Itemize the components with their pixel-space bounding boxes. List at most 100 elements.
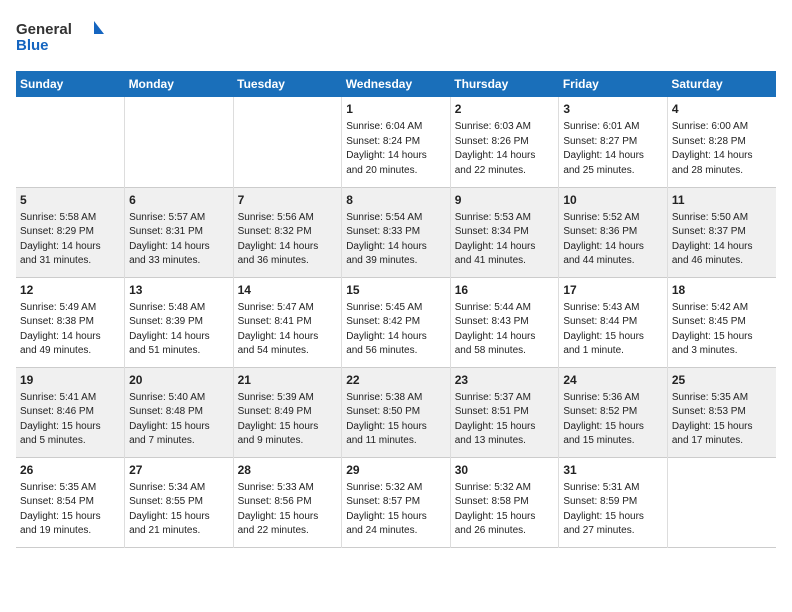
- day-info: Sunrise: 6:01 AM Sunset: 8:27 PM Dayligh…: [563, 120, 663, 178]
- header-row: SundayMondayTuesdayWednesdayThursdayFrid…: [16, 71, 776, 97]
- day-info: Sunrise: 5:57 AM Sunset: 8:31 PM Dayligh…: [129, 211, 229, 269]
- day-number: 23: [455, 372, 555, 389]
- calendar-cell: 10Sunrise: 5:52 AM Sunset: 8:36 PM Dayli…: [559, 187, 668, 277]
- day-number: 28: [238, 462, 338, 479]
- week-row-2: 5 Sunrise: 5:58 AM Sunset: 8:29 PM Daylig…: [16, 187, 776, 277]
- day-info: Sunrise: 5:38 AM Sunset: 8:50 PM Dayligh…: [346, 391, 446, 449]
- calendar-cell: 12 Sunrise: 5:49 AM Sunset: 8:38 PM Dayli…: [16, 277, 125, 367]
- col-header-sunday: Sunday: [16, 71, 125, 97]
- day-number: 20: [129, 372, 229, 389]
- calendar-cell: 30 Sunrise: 5:32 AM Sunset: 8:58 PM Dayli…: [450, 457, 559, 547]
- logo-svg: General Blue: [16, 16, 106, 61]
- calendar-cell: [233, 97, 342, 187]
- col-header-monday: Monday: [125, 71, 234, 97]
- day-number: 10: [563, 192, 663, 209]
- calendar-cell: 9 Sunrise: 5:53 AM Sunset: 8:34 PM Daylig…: [450, 187, 559, 277]
- calendar-cell: 15 Sunrise: 5:45 AM Sunset: 8:42 PM Dayli…: [342, 277, 451, 367]
- day-info: Sunrise: 5:40 AM Sunset: 8:48 PM Dayligh…: [129, 391, 229, 449]
- calendar-cell: 1 Sunrise: 6:04 AM Sunset: 8:24 PM Daylig…: [342, 97, 451, 187]
- calendar-cell: 22Sunrise: 5:38 AM Sunset: 8:50 PM Dayli…: [342, 367, 451, 457]
- day-number: 25: [672, 372, 772, 389]
- day-number: 14: [238, 282, 338, 299]
- day-number: 21: [238, 372, 338, 389]
- calendar-cell: 28 Sunrise: 5:33 AM Sunset: 8:56 PM Dayli…: [233, 457, 342, 547]
- day-info: Sunrise: 5:49 AM Sunset: 8:38 PM Dayligh…: [20, 301, 120, 359]
- day-info: Sunrise: 5:44 AM Sunset: 8:43 PM Dayligh…: [455, 301, 555, 359]
- day-info: Sunrise: 5:36 AM Sunset: 8:52 PM Dayligh…: [563, 391, 663, 449]
- day-number: 17: [563, 282, 663, 299]
- day-info: Sunrise: 5:33 AM Sunset: 8:56 PM Dayligh…: [238, 481, 338, 539]
- week-row-5: 26Sunrise: 5:35 AM Sunset: 8:54 PM Dayli…: [16, 457, 776, 547]
- day-info: Sunrise: 5:35 AM Sunset: 8:54 PM Dayligh…: [20, 481, 120, 539]
- day-number: 29: [346, 462, 446, 479]
- week-row-4: 19 Sunrise: 5:41 AM Sunset: 8:46 PM Dayli…: [16, 367, 776, 457]
- day-number: 12: [20, 282, 120, 299]
- week-row-1: 1 Sunrise: 6:04 AM Sunset: 8:24 PM Daylig…: [16, 97, 776, 187]
- day-number: 4: [672, 101, 772, 118]
- calendar-cell: 20 Sunrise: 5:40 AM Sunset: 8:48 PM Dayli…: [125, 367, 234, 457]
- week-row-3: 12 Sunrise: 5:49 AM Sunset: 8:38 PM Dayli…: [16, 277, 776, 367]
- calendar-cell: 8 Sunrise: 5:54 AM Sunset: 8:33 PM Daylig…: [342, 187, 451, 277]
- day-number: 1: [346, 101, 446, 118]
- col-header-saturday: Saturday: [667, 71, 776, 97]
- day-number: 7: [238, 192, 338, 209]
- day-info: Sunrise: 5:37 AM Sunset: 8:51 PM Dayligh…: [455, 391, 555, 449]
- calendar-cell: 2 Sunrise: 6:03 AM Sunset: 8:26 PM Daylig…: [450, 97, 559, 187]
- calendar-cell: 18Sunrise: 5:42 AM Sunset: 8:45 PM Dayli…: [667, 277, 776, 367]
- calendar-cell: 3 Sunrise: 6:01 AM Sunset: 8:27 PM Daylig…: [559, 97, 668, 187]
- calendar-cell: 23 Sunrise: 5:37 AM Sunset: 8:51 PM Dayli…: [450, 367, 559, 457]
- day-number: 5: [20, 192, 120, 209]
- day-info: Sunrise: 5:54 AM Sunset: 8:33 PM Dayligh…: [346, 211, 446, 269]
- day-number: 27: [129, 462, 229, 479]
- col-header-friday: Friday: [559, 71, 668, 97]
- calendar-cell: 27Sunrise: 5:34 AM Sunset: 8:55 PM Dayli…: [125, 457, 234, 547]
- day-number: 15: [346, 282, 446, 299]
- calendar-cell: 31 Sunrise: 5:31 AM Sunset: 8:59 PM Dayli…: [559, 457, 668, 547]
- day-info: Sunrise: 5:47 AM Sunset: 8:41 PM Dayligh…: [238, 301, 338, 359]
- day-info: Sunrise: 5:56 AM Sunset: 8:32 PM Dayligh…: [238, 211, 338, 269]
- day-info: Sunrise: 5:31 AM Sunset: 8:59 PM Dayligh…: [563, 481, 663, 539]
- day-number: 30: [455, 462, 555, 479]
- calendar-cell: 19 Sunrise: 5:41 AM Sunset: 8:46 PM Dayli…: [16, 367, 125, 457]
- calendar-cell: [125, 97, 234, 187]
- calendar-cell: 25 Sunrise: 5:35 AM Sunset: 8:53 PM Dayli…: [667, 367, 776, 457]
- day-number: 3: [563, 101, 663, 118]
- day-number: 31: [563, 462, 663, 479]
- day-info: Sunrise: 5:35 AM Sunset: 8:53 PM Dayligh…: [672, 391, 772, 449]
- calendar-cell: 16Sunrise: 5:44 AM Sunset: 8:43 PM Dayli…: [450, 277, 559, 367]
- day-number: 2: [455, 101, 555, 118]
- calendar-cell: 6Sunrise: 5:57 AM Sunset: 8:31 PM Daylig…: [125, 187, 234, 277]
- svg-text:General: General: [16, 21, 72, 38]
- calendar-cell: 14 Sunrise: 5:47 AM Sunset: 8:41 PM Dayli…: [233, 277, 342, 367]
- calendar-cell: 24Sunrise: 5:36 AM Sunset: 8:52 PM Dayli…: [559, 367, 668, 457]
- day-number: 19: [20, 372, 120, 389]
- day-info: Sunrise: 5:53 AM Sunset: 8:34 PM Dayligh…: [455, 211, 555, 269]
- day-info: Sunrise: 5:39 AM Sunset: 8:49 PM Dayligh…: [238, 391, 338, 449]
- day-info: Sunrise: 5:43 AM Sunset: 8:44 PM Dayligh…: [563, 301, 663, 359]
- day-number: 18: [672, 282, 772, 299]
- day-info: Sunrise: 6:03 AM Sunset: 8:26 PM Dayligh…: [455, 120, 555, 178]
- day-number: 8: [346, 192, 446, 209]
- calendar-cell: [16, 97, 125, 187]
- calendar-cell: 5 Sunrise: 5:58 AM Sunset: 8:29 PM Daylig…: [16, 187, 125, 277]
- day-info: Sunrise: 5:50 AM Sunset: 8:37 PM Dayligh…: [672, 211, 772, 269]
- day-info: Sunrise: 5:45 AM Sunset: 8:42 PM Dayligh…: [346, 301, 446, 359]
- col-header-thursday: Thursday: [450, 71, 559, 97]
- calendar-cell: 4Sunrise: 6:00 AM Sunset: 8:28 PM Daylig…: [667, 97, 776, 187]
- day-info: Sunrise: 5:58 AM Sunset: 8:29 PM Dayligh…: [20, 211, 120, 269]
- day-info: Sunrise: 5:32 AM Sunset: 8:57 PM Dayligh…: [346, 481, 446, 539]
- day-info: Sunrise: 6:04 AM Sunset: 8:24 PM Dayligh…: [346, 120, 446, 178]
- calendar-cell: 13Sunrise: 5:48 AM Sunset: 8:39 PM Dayli…: [125, 277, 234, 367]
- day-info: Sunrise: 5:41 AM Sunset: 8:46 PM Dayligh…: [20, 391, 120, 449]
- calendar-cell: 17 Sunrise: 5:43 AM Sunset: 8:44 PM Dayli…: [559, 277, 668, 367]
- day-number: 13: [129, 282, 229, 299]
- col-header-tuesday: Tuesday: [233, 71, 342, 97]
- day-info: Sunrise: 5:32 AM Sunset: 8:58 PM Dayligh…: [455, 481, 555, 539]
- calendar-cell: 29 Sunrise: 5:32 AM Sunset: 8:57 PM Dayli…: [342, 457, 451, 547]
- day-number: 9: [455, 192, 555, 209]
- calendar-cell: 7 Sunrise: 5:56 AM Sunset: 8:32 PM Daylig…: [233, 187, 342, 277]
- calendar-cell: 21 Sunrise: 5:39 AM Sunset: 8:49 PM Dayli…: [233, 367, 342, 457]
- calendar-cell: 26Sunrise: 5:35 AM Sunset: 8:54 PM Dayli…: [16, 457, 125, 547]
- day-number: 11: [672, 192, 772, 209]
- calendar-table: SundayMondayTuesdayWednesdayThursdayFrid…: [16, 71, 776, 548]
